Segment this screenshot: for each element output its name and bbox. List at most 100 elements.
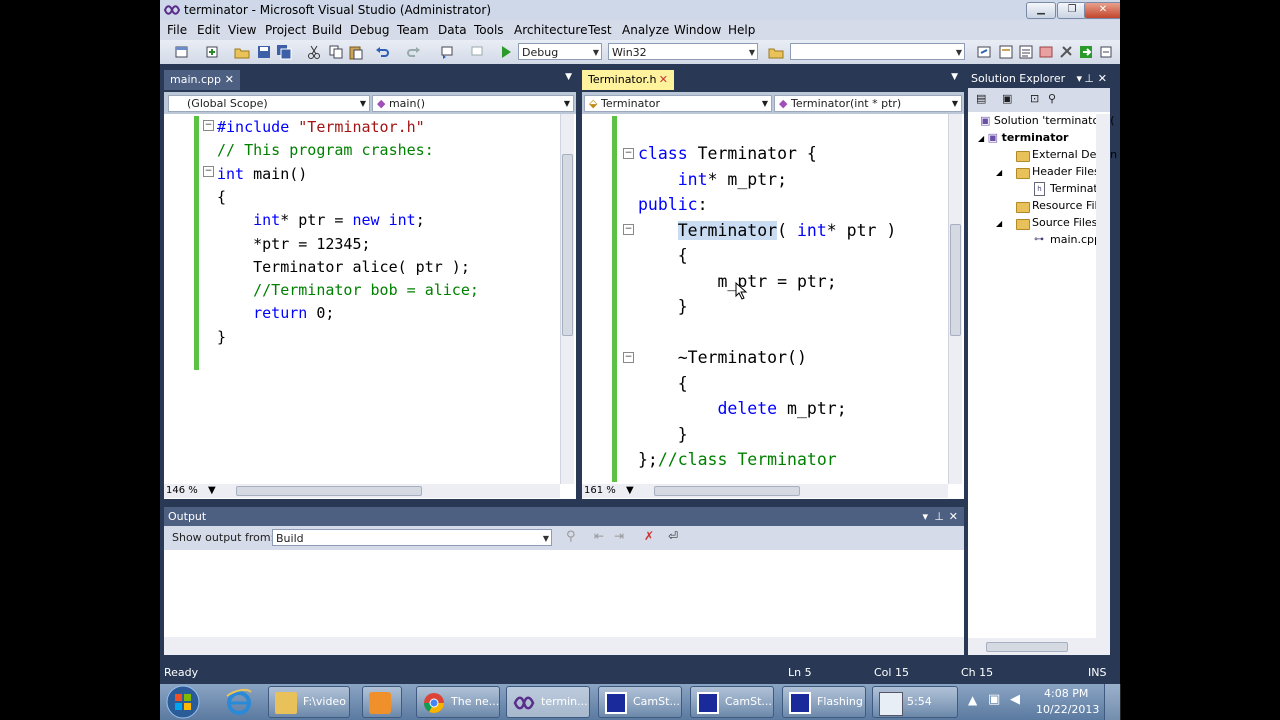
go-to-previous-icon[interactable]: ⇤ <box>594 529 604 543</box>
redo-icon[interactable] <box>406 44 422 60</box>
open-file-icon[interactable] <box>234 44 250 60</box>
menu-tools[interactable]: Tools <box>474 23 504 37</box>
start-page-icon[interactable] <box>1078 44 1094 60</box>
save-icon[interactable] <box>256 44 272 60</box>
close-icon[interactable]: ✕ <box>225 70 234 90</box>
show-desktop-button[interactable] <box>1104 684 1121 720</box>
maximize-button[interactable]: ❐ <box>1057 2 1087 19</box>
expand-arrow-icon[interactable]: ◢ <box>978 134 984 143</box>
properties-icon[interactable]: ▤ <box>976 92 986 105</box>
output-horizontal-scrollbar[interactable] <box>164 637 964 655</box>
collapse-icon[interactable]: − <box>203 166 214 177</box>
taskbar-item-chrome[interactable]: The ne... <box>416 686 500 718</box>
menu-project[interactable]: Project <box>265 23 306 37</box>
network-icon[interactable]: ▣ <box>988 692 1000 707</box>
menu-build[interactable]: Build <box>312 23 342 37</box>
save-all-icon[interactable] <box>276 44 292 60</box>
member-dropdown[interactable]: ◆ main() ▼ <box>372 95 574 112</box>
member-dropdown[interactable]: ◆ Terminator(int * ptr) ▼ <box>774 95 962 112</box>
taskbar-item-camstudio-2[interactable]: CamSt... <box>690 686 774 718</box>
toolbox-icon[interactable] <box>1058 44 1074 60</box>
collapse-icon[interactable]: − <box>623 352 634 363</box>
pin-icon[interactable]: ⊥ <box>934 507 944 526</box>
vertical-scrollbar[interactable] <box>1096 114 1110 638</box>
paste-icon[interactable] <box>348 44 364 60</box>
menu-data[interactable]: Data <box>438 23 467 37</box>
navigate-backward-icon[interactable] <box>440 44 456 60</box>
vertical-scrollbar[interactable] <box>560 114 574 484</box>
menu-edit[interactable]: Edit <box>197 23 220 37</box>
horizontal-scrollbar[interactable]: 161 % ▼ <box>582 484 948 498</box>
toggle-word-wrap-icon[interactable]: ⏎ <box>668 529 678 543</box>
editor-terminator-h[interactable]: ⬙ Terminator ▼ ◆ Terminator(int * ptr) ▼ −… <box>582 92 964 499</box>
add-item-icon[interactable] <box>204 44 220 60</box>
chevron-down-icon[interactable]: ▾ <box>1076 70 1082 88</box>
menu-help[interactable]: Help <box>728 23 755 37</box>
show-hidden-icons-icon[interactable]: ▲ <box>968 693 977 707</box>
cut-icon[interactable] <box>306 44 322 60</box>
start-debugging-icon[interactable] <box>498 44 514 60</box>
menu-test[interactable]: Test <box>588 23 612 37</box>
tab-overflow-chevron-icon[interactable]: ▼ <box>951 72 958 82</box>
menu-architecture[interactable]: Architecture <box>514 23 587 37</box>
collapse-icon[interactable]: − <box>623 148 634 159</box>
scrollbar-thumb[interactable] <box>950 224 961 336</box>
collapse-icon[interactable]: − <box>623 224 634 235</box>
object-browser-icon[interactable] <box>1038 44 1054 60</box>
undo-icon[interactable] <box>374 44 390 60</box>
menu-team[interactable]: Team <box>397 23 429 37</box>
scrollbar-thumb[interactable] <box>562 154 573 336</box>
find-icon[interactable] <box>976 44 992 60</box>
chevron-down-icon[interactable]: ▼ <box>626 485 634 496</box>
tab-overflow-chevron-icon[interactable]: ▼ <box>565 72 572 82</box>
horizontal-scrollbar[interactable] <box>968 638 1110 655</box>
taskbar-item-camstudio-1[interactable]: CamSt... <box>598 686 682 718</box>
editor-main-cpp[interactable]: (Global Scope) ▼ ◆ main() ▼ − − #include "… <box>164 92 576 499</box>
clear-all-icon[interactable]: ✗ <box>644 529 654 543</box>
minimize-button[interactable]: ▁ <box>1026 2 1056 19</box>
close-icon[interactable]: ✕ <box>949 507 958 526</box>
expand-arrow-icon[interactable]: ◢ <box>996 168 1002 177</box>
navigate-forward-icon[interactable] <box>470 44 486 60</box>
scope-dropdown[interactable]: (Global Scope) ▼ <box>168 95 370 112</box>
taskbar-item-visual-studio[interactable]: termin... <box>506 686 590 718</box>
code-view[interactable]: #include "Terminator.h" // This program … <box>217 116 479 396</box>
scrollbar-thumb[interactable] <box>986 642 1068 652</box>
refresh-icon[interactable]: ⊡ <box>1030 92 1039 105</box>
close-icon[interactable]: ✕ <box>659 70 668 90</box>
menu-view[interactable]: View <box>228 23 256 37</box>
taskbar-item-explorer[interactable]: F:\video <box>268 686 350 718</box>
volume-icon[interactable]: ◀ <box>1010 692 1020 707</box>
tree-header-files[interactable]: ◢ Header Files <box>996 165 1100 179</box>
properties-icon[interactable] <box>1018 44 1034 60</box>
find-combo[interactable]: ▼ <box>790 43 965 60</box>
solution-platform-dropdown[interactable]: Win32 ▼ <box>608 43 758 60</box>
solution-explorer-icon[interactable] <box>998 44 1014 60</box>
pin-icon[interactable]: ⊥ <box>1084 70 1094 88</box>
scrollbar-thumb[interactable] <box>654 486 800 496</box>
class-view-icon[interactable]: ⚲ <box>1048 92 1056 105</box>
scope-dropdown[interactable]: ⬙ Terminator ▼ <box>584 95 772 112</box>
new-project-icon[interactable] <box>174 44 190 60</box>
chevron-down-icon[interactable]: ▼ <box>208 485 216 496</box>
tree-solution[interactable]: ▣ Solution 'terminator' ( <box>980 114 1115 127</box>
taskbar-item-timer[interactable]: 5:54 <box>872 686 958 718</box>
copy-icon[interactable] <box>328 44 344 60</box>
collapse-icon[interactable]: − <box>203 120 214 131</box>
menu-file[interactable]: File <box>167 23 187 37</box>
extension-manager-icon[interactable] <box>1098 44 1114 60</box>
taskbar-item-media-player[interactable] <box>362 686 402 718</box>
tab-terminator-h[interactable]: Terminator.h ✕ <box>582 70 674 90</box>
taskbar-item-flashing[interactable]: Flashing <box>782 686 866 718</box>
zoom-level[interactable]: 146 % <box>166 485 198 496</box>
solution-configuration-dropdown[interactable]: Debug ▼ <box>518 43 602 60</box>
expand-arrow-icon[interactable]: ◢ <box>996 219 1002 228</box>
go-to-next-icon[interactable]: ⇥ <box>614 529 624 543</box>
menu-analyze[interactable]: Analyze <box>622 23 669 37</box>
internet-explorer-icon[interactable] <box>224 688 254 716</box>
tree-source-files[interactable]: ◢ Source Files <box>996 216 1097 230</box>
output-source-dropdown[interactable]: Build ▼ <box>272 529 552 546</box>
chevron-down-icon[interactable]: ▾ <box>922 507 928 526</box>
start-button-icon[interactable] <box>166 685 200 719</box>
tab-main-cpp[interactable]: main.cpp ✕ <box>164 70 240 90</box>
